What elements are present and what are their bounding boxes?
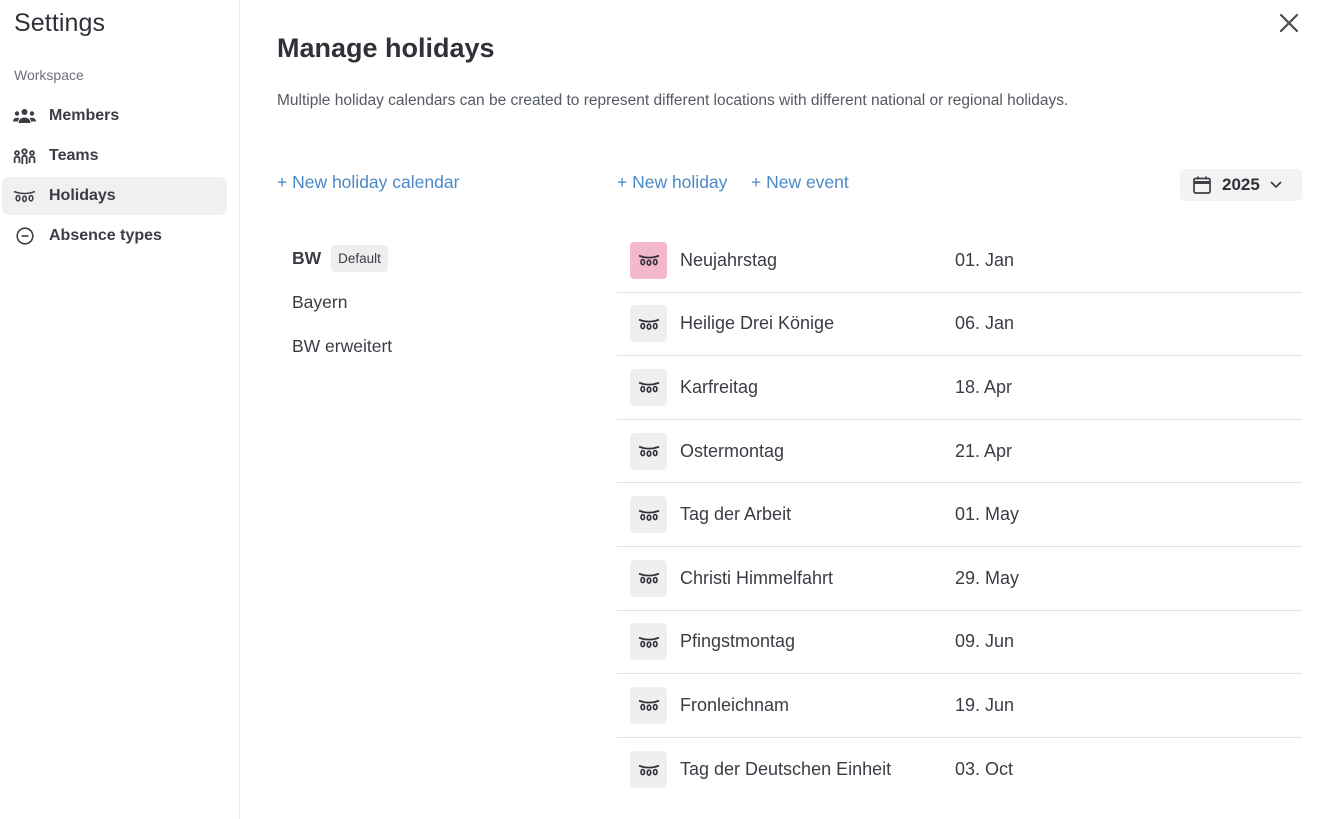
holiday-date: 01. May	[955, 504, 1020, 525]
holiday-row[interactable]: Tag der Arbeit 01. May	[617, 483, 1302, 547]
holiday-garland-icon	[630, 751, 667, 789]
sidebar-item-teams[interactable]: Teams	[2, 137, 227, 175]
calendar-item[interactable]: BW erweitert	[292, 324, 592, 368]
sidebar-item-absence-types[interactable]: Absence types	[2, 217, 227, 255]
new-holiday-calendar-link[interactable]: + New holiday calendar	[277, 172, 459, 193]
default-badge: Default	[331, 244, 388, 272]
holiday-name: Christi Himmelfahrt	[680, 567, 834, 588]
holiday-name: Fronleichnam	[680, 694, 790, 715]
holiday-row[interactable]: Karfreitag 18. Apr	[617, 356, 1302, 420]
holiday-date: 01. Jan	[955, 249, 1015, 270]
holiday-date: 19. Jun	[955, 694, 1015, 715]
sidebar-title: Settings	[14, 9, 106, 37]
holiday-name: Ostermontag	[680, 440, 785, 461]
holiday-row[interactable]: Tag der Deutschen Einheit 03. Oct	[617, 738, 1302, 802]
sidebar-item-label: Absence types	[49, 227, 162, 244]
holiday-row[interactable]: Neujahrstag 01. Jan	[617, 229, 1302, 293]
holiday-date: 09. Jun	[955, 631, 1015, 652]
calendar-name: Bayern	[292, 291, 348, 312]
holiday-list: Neujahrstag 01. Jan Heilige Drei Könige 06.…	[617, 229, 1302, 801]
holiday-row[interactable]: Heilige Drei Könige 06. Jan	[617, 293, 1302, 357]
holiday-name: Pfingstmontag	[680, 631, 796, 652]
new-event-link[interactable]: + New event	[751, 172, 849, 193]
holiday-row[interactable]: Ostermontag 21. Apr	[617, 420, 1302, 484]
close-icon	[1279, 13, 1299, 38]
sidebar-section-label: Workspace	[14, 67, 84, 83]
holiday-garland-icon	[630, 686, 667, 724]
new-holiday-link[interactable]: + New holiday	[617, 172, 727, 193]
page-title: Manage holidays	[277, 33, 495, 63]
holiday-name: Tag der Arbeit	[680, 504, 792, 525]
page-description: Multiple holiday calendars can be create…	[277, 92, 1069, 109]
year-value: 2025	[1222, 175, 1260, 194]
holiday-calendar-list: BW Default Bayern BW erweitert	[292, 236, 592, 368]
members-icon	[13, 107, 36, 125]
holiday-row[interactable]: Christi Himmelfahrt 29. May	[617, 547, 1302, 611]
calendar-name: BW	[292, 247, 322, 268]
holiday-garland-icon	[630, 241, 667, 279]
holiday-row[interactable]: Fronleichnam 19. Jun	[617, 674, 1302, 738]
holiday-garland-icon	[630, 623, 667, 661]
holiday-name: Neujahrstag	[680, 249, 778, 270]
teams-icon	[13, 147, 36, 165]
calendar-icon	[1192, 175, 1212, 195]
holiday-garland-icon	[630, 305, 667, 343]
sidebar-item-label: Members	[49, 107, 120, 124]
holiday-name: Karfreitag	[680, 376, 759, 397]
holiday-name: Heilige Drei Könige	[680, 313, 835, 334]
sidebar-item-label: Holidays	[49, 187, 116, 204]
sidebar-item-label: Teams	[49, 147, 99, 164]
holiday-date: 29. May	[955, 567, 1020, 588]
chevron-down-icon	[1270, 176, 1282, 194]
holiday-garland-icon	[630, 559, 667, 597]
calendar-item[interactable]: BW Default	[292, 236, 592, 280]
holiday-row[interactable]: Pfingstmontag 09. Jun	[617, 611, 1302, 675]
holiday-garland-icon	[630, 496, 667, 534]
sidebar-item-members[interactable]: Members	[2, 97, 227, 135]
holiday-date: 03. Oct	[955, 759, 1014, 780]
sidebar-item-holidays[interactable]: Holidays	[2, 177, 227, 215]
settings-sidebar: Settings Workspace Members Teams Holiday…	[0, 0, 240, 819]
holiday-date: 18. Apr	[955, 376, 1013, 397]
holiday-date: 06. Jan	[955, 313, 1015, 334]
holiday-garland-icon	[13, 187, 36, 205]
minus-circle-icon	[13, 227, 36, 245]
holiday-name: Tag der Deutschen Einheit	[680, 759, 892, 780]
holiday-date: 21. Apr	[955, 440, 1013, 461]
sidebar-nav: Members Teams Holidays Absence types	[2, 97, 227, 257]
calendar-item[interactable]: Bayern	[292, 280, 592, 324]
holiday-garland-icon	[630, 368, 667, 406]
year-select[interactable]: 2025	[1180, 169, 1302, 201]
holiday-garland-icon	[630, 432, 667, 470]
close-button[interactable]	[1276, 12, 1302, 38]
calendar-name: BW erweitert	[292, 335, 393, 356]
